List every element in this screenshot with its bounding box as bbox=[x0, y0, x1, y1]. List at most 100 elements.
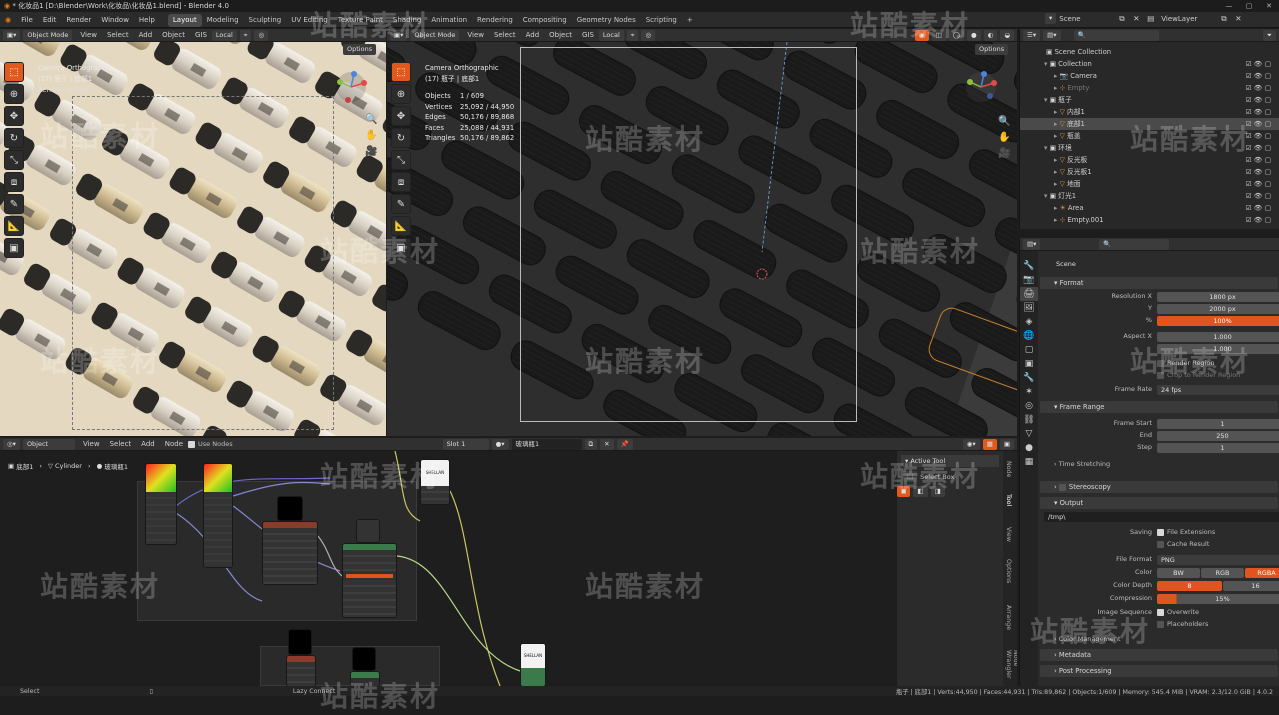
outliner-row[interactable]: ▸ ▽ 地面☑ 👁 ▢ bbox=[1020, 178, 1279, 190]
material-unlink-icon[interactable]: ✕ bbox=[600, 439, 613, 450]
node-menu-select[interactable]: Select bbox=[105, 438, 137, 451]
exclude-checkbox-icon[interactable]: ☑ bbox=[1246, 204, 1252, 212]
r-select-tool-icon[interactable]: ⬚ bbox=[391, 62, 411, 82]
visibility-eye-icon[interactable]: 👁 bbox=[1254, 168, 1263, 176]
annotate-tool-icon[interactable]: ✎ bbox=[4, 194, 24, 214]
right-menu-select[interactable]: Select bbox=[489, 29, 521, 42]
visibility-eye-icon[interactable]: 👁 bbox=[1254, 216, 1263, 224]
tab-sculpting[interactable]: Sculpting bbox=[244, 14, 287, 27]
crop-region-checkbox[interactable]: Crop to Render Region bbox=[1157, 371, 1240, 379]
data-tab-icon[interactable]: ▽ bbox=[1020, 427, 1038, 441]
output-section[interactable]: ▾ Output bbox=[1040, 497, 1278, 509]
modifier-tab-icon[interactable]: 🔧 bbox=[1020, 371, 1038, 385]
visibility-eye-icon[interactable]: 👁 bbox=[1254, 192, 1263, 200]
aspect-x-field[interactable]: 1.000 bbox=[1157, 332, 1279, 342]
aspect-y-field[interactable]: 1.000 bbox=[1157, 344, 1279, 354]
format-section[interactable]: ▾ Format bbox=[1040, 277, 1278, 289]
scene-delete-icon[interactable]: ✕ bbox=[1133, 14, 1147, 23]
tab-animation[interactable]: Animation bbox=[426, 14, 472, 27]
exclude-checkbox-icon[interactable]: ☑ bbox=[1246, 168, 1252, 176]
use-nodes-checkbox[interactable]: Use Nodes bbox=[188, 440, 233, 448]
visibility-eye-icon[interactable]: 👁 bbox=[1254, 156, 1263, 164]
scene-name[interactable]: Scene bbox=[1059, 15, 1119, 23]
node-snap-icon[interactable]: ▦ bbox=[983, 439, 997, 450]
r-cursor-tool-icon[interactable]: ⊕ bbox=[391, 84, 411, 104]
camera-render-icon[interactable]: ▢ bbox=[1265, 156, 1271, 164]
select-mode-subtract-icon[interactable]: ◨ bbox=[931, 486, 945, 497]
node-menu-node[interactable]: Node bbox=[160, 438, 188, 451]
resolution-x-field[interactable]: 1800 px bbox=[1157, 292, 1279, 302]
visibility-eye-icon[interactable]: 👁 bbox=[1254, 144, 1263, 152]
sidebar-tab-node-wrangler[interactable]: Node Wrangler bbox=[1005, 650, 1017, 686]
left-transform-dropdown[interactable]: Local bbox=[212, 30, 237, 41]
exclude-checkbox-icon[interactable]: ☑ bbox=[1246, 156, 1252, 164]
world-tab-icon[interactable]: 🌐 bbox=[1020, 329, 1038, 343]
right-options-button[interactable]: Options bbox=[975, 44, 1008, 55]
visibility-eye-icon[interactable]: 👁 bbox=[1254, 96, 1263, 104]
menu-edit[interactable]: Edit bbox=[38, 12, 62, 28]
add-cube-tool-icon[interactable]: ▣ bbox=[4, 238, 24, 258]
pan-hand-icon[interactable]: ✋ bbox=[365, 128, 377, 144]
resolution-y-field[interactable]: 2000 px bbox=[1157, 304, 1279, 314]
visibility-eye-icon[interactable]: 👁 bbox=[1254, 60, 1263, 68]
outliner-row[interactable]: ▸ ▽ 反光板☑ 👁 ▢ bbox=[1020, 154, 1279, 166]
outliner-row[interactable]: ▾ ▣ 瓶子☑ 👁 ▢ bbox=[1020, 94, 1279, 106]
view-layer-icon[interactable]: ▤ bbox=[1147, 14, 1161, 23]
scene-collection-row[interactable]: ▣ Scene Collection bbox=[1020, 46, 1279, 58]
tab-compositing[interactable]: Compositing bbox=[518, 14, 572, 27]
slot-dropdown[interactable]: Slot 1 bbox=[443, 439, 489, 450]
exclude-checkbox-icon[interactable]: ☑ bbox=[1246, 84, 1252, 92]
exclude-checkbox-icon[interactable]: ☑ bbox=[1246, 192, 1252, 200]
exclude-checkbox-icon[interactable]: ☑ bbox=[1246, 144, 1252, 152]
sidebar-tab-view[interactable]: View bbox=[1005, 527, 1012, 542]
image-preview-node-3[interactable] bbox=[352, 647, 376, 671]
color-bw-button[interactable]: BW bbox=[1157, 568, 1200, 578]
overlay-toggle-icon[interactable]: ◉ bbox=[915, 30, 929, 41]
right-editor-type-icon[interactable]: ▣▾ bbox=[390, 30, 407, 41]
menu-render[interactable]: Render bbox=[61, 12, 96, 28]
r-pan-hand-icon[interactable]: ✋ bbox=[998, 130, 1010, 146]
outliner-row[interactable]: ▸ ⊹ Empty.001☑ 👁 ▢ bbox=[1020, 214, 1279, 226]
texture-tab-icon[interactable]: ▦ bbox=[1020, 455, 1038, 469]
output-path-field[interactable]: /tmp\ bbox=[1044, 512, 1279, 522]
exclude-checkbox-icon[interactable]: ☑ bbox=[1246, 216, 1252, 224]
label-image-node-2[interactable]: SHELLAN bbox=[520, 643, 546, 686]
frame-end-field[interactable]: 250 bbox=[1157, 431, 1279, 441]
r-camera-view-icon[interactable]: 🎥 bbox=[998, 146, 1010, 162]
principled-bsdf-node[interactable] bbox=[342, 543, 397, 618]
render-region-checkbox[interactable]: Render Region bbox=[1157, 359, 1214, 367]
menu-help[interactable]: Help bbox=[134, 12, 160, 28]
exclude-checkbox-icon[interactable]: ☑ bbox=[1246, 180, 1252, 188]
image-preview-node[interactable] bbox=[277, 496, 303, 521]
outliner-row[interactable]: ▸ ⊹ Empty☑ 👁 ▢ bbox=[1020, 82, 1279, 94]
editor-type-icon[interactable]: ▣▾ bbox=[3, 30, 20, 41]
color-rgb-button[interactable]: RGB bbox=[1201, 568, 1244, 578]
visibility-eye-icon[interactable]: 👁 bbox=[1254, 132, 1263, 140]
node-editor-canvas[interactable]: ▣ 底部1 ›▽ Cylinder ›● 玻璃瓶1 SHELLAN bbox=[0, 451, 1017, 686]
exclude-checkbox-icon[interactable]: ☑ bbox=[1246, 108, 1252, 116]
outliner-row[interactable]: ▸ 📷 Camera☑ 👁 ▢ bbox=[1020, 70, 1279, 82]
outliner-row[interactable]: ▸ ▽ 反光板1☑ 👁 ▢ bbox=[1020, 166, 1279, 178]
left-menu-gis[interactable]: GIS bbox=[190, 29, 212, 42]
camera-render-icon[interactable]: ▢ bbox=[1265, 108, 1271, 116]
r-annotate-tool-icon[interactable]: ✎ bbox=[391, 194, 411, 214]
select-box-icon[interactable]: ⬚ bbox=[903, 471, 917, 482]
tab-scripting[interactable]: Scripting bbox=[641, 14, 682, 27]
file-format-dropdown[interactable]: PNG bbox=[1157, 555, 1279, 565]
left-menu-view[interactable]: View bbox=[75, 29, 102, 42]
left-render-view[interactable]: Camera Orthographic (17) 瓶子 | 底部1 Render… bbox=[0, 42, 386, 436]
outliner-filter-icon[interactable]: ⏷ bbox=[1263, 30, 1276, 41]
r-zoom-icon[interactable]: 🔍 bbox=[998, 114, 1010, 130]
post-processing-section[interactable]: › Post Processing bbox=[1040, 665, 1278, 677]
right-menu-object[interactable]: Object bbox=[544, 29, 577, 42]
bump-preview-node[interactable] bbox=[356, 519, 380, 543]
node-editor-type-icon[interactable]: ◎▾ bbox=[3, 439, 20, 450]
sidebar-tab-options[interactable]: Options bbox=[1005, 559, 1012, 583]
cursor-tool-icon[interactable]: ⊕ bbox=[4, 84, 24, 104]
tab-uv-editing[interactable]: UV Editing bbox=[286, 14, 333, 27]
visibility-eye-icon[interactable]: 👁 bbox=[1254, 120, 1263, 128]
camera-render-icon[interactable]: ▢ bbox=[1265, 216, 1271, 224]
transform-tool-icon[interactable]: ⧈ bbox=[4, 172, 24, 192]
close-icon[interactable]: ✕ bbox=[1259, 0, 1279, 12]
right-menu-add[interactable]: Add bbox=[521, 29, 545, 42]
